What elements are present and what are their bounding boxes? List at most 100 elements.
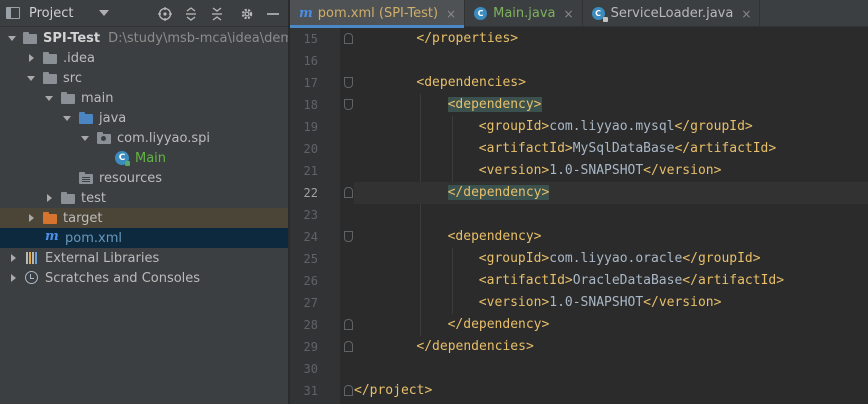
tree-item-label: resources bbox=[99, 170, 163, 186]
tree-item-label: External Libraries bbox=[45, 250, 160, 266]
chevron-right-icon[interactable] bbox=[44, 188, 54, 208]
xml-text: com.liyyao.mysql bbox=[549, 119, 675, 134]
indent-guide bbox=[420, 94, 422, 336]
xml-text: MySqlDataBase bbox=[572, 141, 675, 156]
java-class-readonly-icon: C bbox=[591, 7, 608, 22]
xml-tag: </dependency> bbox=[447, 317, 550, 332]
folder-icon bbox=[60, 191, 76, 205]
code-line[interactable]: </dependency> bbox=[448, 314, 550, 336]
gear-icon[interactable] bbox=[237, 4, 257, 24]
editor-tabs: m pom.xml (SPI-Test) × C Main.java × C S… bbox=[290, 0, 868, 28]
code-line[interactable]: </project> bbox=[354, 380, 432, 402]
expand-all-icon[interactable] bbox=[181, 4, 201, 24]
chevron-down-icon[interactable] bbox=[26, 68, 36, 88]
close-icon[interactable]: × bbox=[564, 7, 574, 21]
indent-guide bbox=[451, 116, 453, 182]
project-tool-window: Project SPI-Test D:\study\msb-mca\idea\d… bbox=[0, 0, 289, 404]
chevron-right-icon[interactable] bbox=[8, 248, 18, 268]
xml-text: 1.0-SNAPSHOT bbox=[549, 163, 644, 178]
xml-tag: <dependencies> bbox=[416, 75, 526, 90]
current-line-highlight bbox=[354, 182, 868, 204]
folder-icon bbox=[42, 71, 58, 85]
code-line[interactable]: </properties> bbox=[416, 28, 518, 50]
tree-item-src[interactable]: src bbox=[0, 68, 288, 88]
tree-item-label: SPI-Test bbox=[43, 30, 101, 46]
chevron-down-icon[interactable] bbox=[80, 128, 90, 148]
select-opened-file-icon[interactable] bbox=[155, 4, 175, 24]
fold-close-icon[interactable] bbox=[344, 33, 353, 44]
xml-close-tag: </groupId> bbox=[682, 251, 761, 266]
java-class-icon: C bbox=[114, 151, 130, 166]
xml-open-tag: <version> bbox=[478, 295, 550, 310]
tree-item-pom[interactable]: m pom.xml bbox=[0, 228, 288, 248]
xml-tag: <dependency> bbox=[447, 229, 542, 244]
tab-serviceloader-java[interactable]: C ServiceLoader.java × bbox=[583, 0, 761, 27]
fold-close-icon[interactable] bbox=[344, 385, 353, 396]
tree-item-spi-test[interactable]: SPI-Test D:\study\msb-mca\idea\demo\S bbox=[0, 28, 288, 48]
code-line[interactable]: <dependencies> bbox=[416, 72, 526, 94]
tree-item-idea[interactable]: .idea bbox=[0, 48, 288, 68]
folder-icon bbox=[22, 31, 38, 45]
tree-item-external-libraries[interactable]: External Libraries bbox=[0, 248, 288, 268]
folder-icon bbox=[60, 91, 76, 105]
chevron-right-icon[interactable] bbox=[26, 208, 36, 228]
chevron-right-icon[interactable] bbox=[26, 48, 36, 68]
code-line[interactable]: <groupId>com.liyyao.mysql</groupId> bbox=[479, 116, 753, 138]
hide-icon[interactable] bbox=[263, 4, 283, 24]
chevron-down-icon[interactable] bbox=[62, 108, 72, 128]
close-icon[interactable]: × bbox=[446, 7, 456, 21]
fold-open-icon[interactable] bbox=[344, 77, 353, 88]
chevron-down-icon[interactable] bbox=[44, 88, 54, 108]
xml-tag: </project> bbox=[354, 383, 433, 398]
tree-item-java[interactable]: java bbox=[0, 108, 288, 128]
tree-item-resources[interactable]: resources bbox=[0, 168, 288, 188]
code-area[interactable]: </properties> <dependencies> <dependency> <… bbox=[290, 28, 868, 404]
tree-item-label: main bbox=[81, 90, 114, 106]
xml-tag: </dependencies> bbox=[416, 339, 534, 354]
tree-item-main-class[interactable]: C Main bbox=[0, 148, 288, 168]
package-icon bbox=[96, 131, 112, 145]
code-line[interactable]: </dependencies> bbox=[416, 336, 533, 358]
maven-icon: m bbox=[299, 6, 313, 21]
code-line[interactable]: <version>1.0-SNAPSHOT</version> bbox=[479, 292, 722, 314]
tree-item-label: pom.xml bbox=[65, 230, 122, 246]
tree-item-test[interactable]: test bbox=[0, 188, 288, 208]
fold-open-icon[interactable] bbox=[344, 99, 353, 110]
xml-text: OracleDataBase bbox=[572, 273, 683, 288]
scratches-icon bbox=[24, 271, 40, 285]
code-line[interactable]: <version>1.0-SNAPSHOT</version> bbox=[479, 160, 722, 182]
project-view-selector[interactable]: Project bbox=[29, 6, 73, 21]
fold-close-icon[interactable] bbox=[344, 319, 353, 330]
code-line[interactable]: </dependency> bbox=[447, 182, 550, 204]
xml-open-tag: <groupId> bbox=[478, 251, 550, 266]
folder-icon bbox=[42, 51, 58, 65]
tab-pom-xml[interactable]: m pom.xml (SPI-Test) × bbox=[290, 0, 466, 28]
indent-guide bbox=[451, 248, 453, 314]
collapse-all-icon[interactable] bbox=[207, 4, 227, 24]
chevron-down-icon[interactable] bbox=[8, 28, 16, 48]
project-path: D:\study\msb-mca\idea\demo\S bbox=[108, 30, 288, 46]
tree-item-label: src bbox=[63, 70, 82, 86]
code-line[interactable]: <artifactId>OracleDataBase</artifactId> bbox=[479, 270, 784, 292]
tree-item-scratches[interactable]: Scratches and Consoles bbox=[0, 268, 288, 288]
xml-close-tag: </artifactId> bbox=[674, 141, 777, 156]
chevron-down-icon[interactable] bbox=[99, 10, 110, 16]
tree-item-main[interactable]: main bbox=[0, 88, 288, 108]
fold-close-icon[interactable] bbox=[344, 341, 353, 352]
xml-tag: <dependency> bbox=[447, 97, 542, 112]
tab-main-java[interactable]: C Main.java × bbox=[465, 0, 583, 27]
maven-icon: m bbox=[45, 229, 59, 244]
code-line[interactable]: <groupId>com.liyyao.oracle</groupId> bbox=[479, 248, 761, 270]
fold-open-icon[interactable] bbox=[344, 231, 353, 242]
xml-open-tag: <version> bbox=[478, 163, 550, 178]
tree-item-label: com.liyyao.spi bbox=[117, 130, 210, 146]
code-line[interactable]: <dependency> bbox=[447, 94, 542, 116]
fold-close-icon[interactable] bbox=[344, 187, 353, 198]
code-line[interactable]: <dependency> bbox=[448, 226, 542, 248]
code-line[interactable]: <artifactId>MySqlDataBase</artifactId> bbox=[479, 138, 776, 160]
chevron-right-icon[interactable] bbox=[8, 268, 18, 288]
tree-item-target[interactable]: target bbox=[0, 208, 288, 228]
tree-item-label: .idea bbox=[63, 50, 95, 66]
close-icon[interactable]: × bbox=[741, 7, 751, 21]
tree-item-package[interactable]: com.liyyao.spi bbox=[0, 128, 288, 148]
